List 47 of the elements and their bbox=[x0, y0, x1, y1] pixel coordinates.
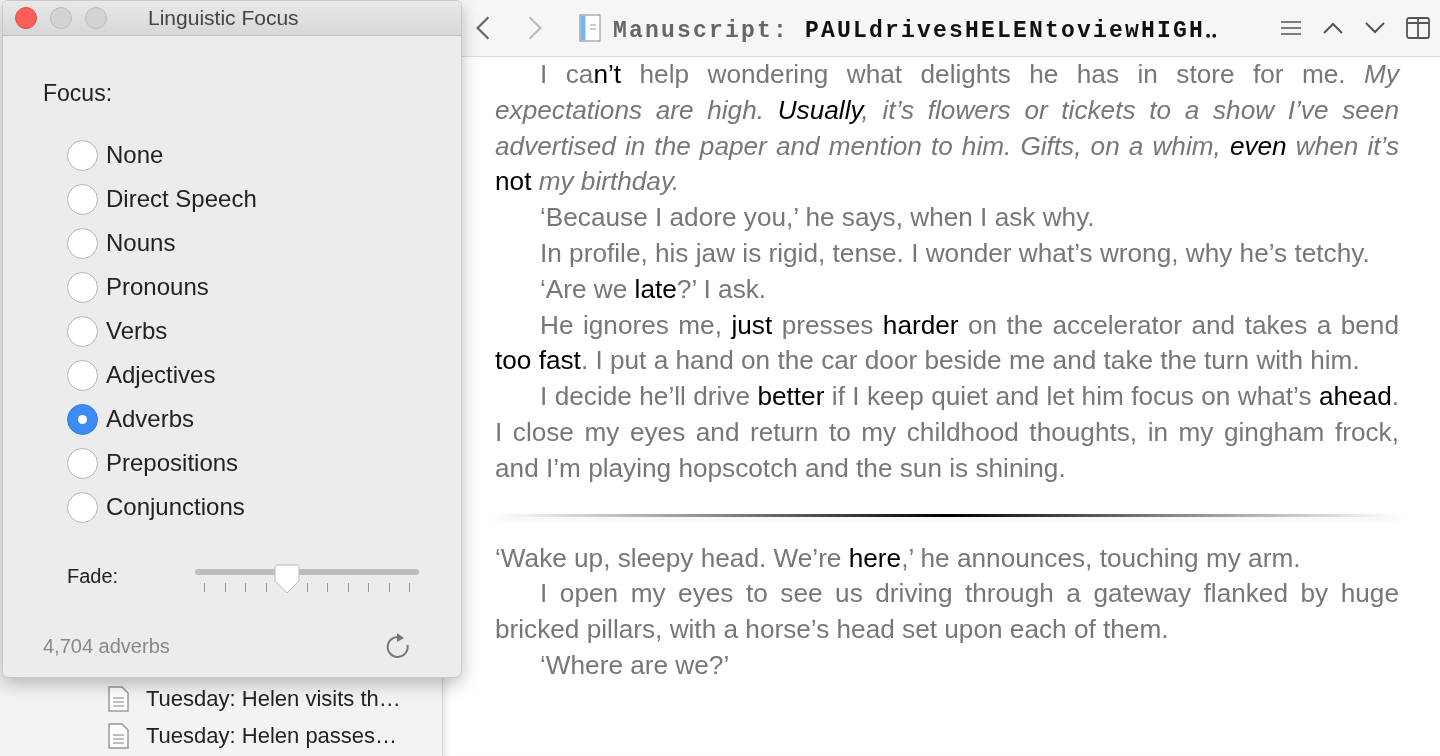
sidebar-item[interactable]: Tuesday: Helen visits th… bbox=[0, 680, 442, 717]
radio-button[interactable] bbox=[67, 491, 98, 523]
radio-button[interactable] bbox=[67, 359, 98, 391]
chevron-down-icon[interactable] bbox=[1364, 21, 1386, 35]
radio-option[interactable]: Nouns bbox=[67, 221, 461, 265]
paragraph: ‘Where are we?’ bbox=[539, 648, 731, 682]
radio-button[interactable] bbox=[67, 403, 98, 435]
focus-label: Focus: bbox=[43, 80, 114, 107]
radio-option[interactable]: Pronouns bbox=[67, 265, 461, 309]
radio-button[interactable] bbox=[67, 227, 98, 259]
radio-option[interactable]: Adverbs bbox=[67, 397, 461, 441]
paragraph: I open my eyes to see us driving through a gateway flanked by huge bricked pillars, with a horse’s head set upon each of them. bbox=[495, 577, 1399, 647]
sidebar-item[interactable]: Tuesday: Helen passes… bbox=[0, 717, 442, 754]
document-title: Manuscript: PAULdrivesHELENtoviewHIGH‥ bbox=[613, 17, 1220, 44]
paragraph: He ignores me, just presses harder on the accelerator and takes a bend too fast. I put a hand on the car door beside me and take the turn with him. bbox=[495, 308, 1399, 378]
radio-button[interactable] bbox=[67, 271, 98, 303]
radio-option[interactable]: Direct Speech bbox=[67, 177, 461, 221]
slider-thumb[interactable] bbox=[273, 564, 300, 594]
radio-button[interactable] bbox=[67, 183, 98, 215]
radio-option[interactable]: None bbox=[67, 133, 461, 177]
radio-option[interactable]: Adjectives bbox=[67, 353, 461, 397]
refresh-icon[interactable] bbox=[385, 632, 411, 660]
radio-button[interactable] bbox=[67, 447, 98, 479]
paragraph: ‘Wake up, sleepy head. We’re here,’ he announces, touching my arm. bbox=[495, 541, 1302, 575]
paragraph: I decide he’ll drive better if I keep quiet and let him focus on what’s ahead. I close my eyes and return to my childhood thoughts, in my gingham frock, and I’m playing hopscotch and the sun is shining. bbox=[495, 380, 1399, 485]
document-icon bbox=[579, 14, 601, 42]
split-view-icon[interactable] bbox=[1406, 17, 1430, 39]
document-icon bbox=[108, 685, 130, 712]
paragraph: I can’t help wondering what delights he has in store for me. My expectations are high. Usually, it’s flowers or tickets to a show I’ve seen advertised in the paper and mention to him. Gifts, on a whim, even when it’s not my birthday. bbox=[495, 58, 1399, 199]
fade-label: Fade: bbox=[67, 565, 120, 588]
paragraph: ‘Are we late?’ I ask. bbox=[539, 272, 768, 306]
zoom-button[interactable] bbox=[85, 7, 107, 29]
radio-button[interactable] bbox=[67, 315, 98, 347]
radio-option[interactable]: Prepositions bbox=[67, 441, 461, 485]
radio-option[interactable]: Verbs bbox=[67, 309, 461, 353]
back-chevron-icon[interactable] bbox=[475, 15, 491, 41]
word-count: 4,704 adverbs bbox=[43, 634, 170, 658]
document-icon bbox=[108, 722, 130, 749]
window-title: Linguistic Focus bbox=[148, 6, 299, 30]
chevron-up-icon[interactable] bbox=[1322, 21, 1344, 35]
minimize-button[interactable] bbox=[50, 7, 72, 29]
radio-button[interactable] bbox=[67, 139, 98, 171]
close-button[interactable] bbox=[15, 7, 37, 29]
menu-icon[interactable] bbox=[1280, 20, 1302, 36]
radio-option[interactable]: Conjunctions bbox=[67, 485, 461, 529]
paragraph: In profile, his jaw is rigid, tense. I wonder what’s wrong, why he’s tetchy. bbox=[539, 237, 1371, 270]
paragraph: ‘Because I adore you,’ he says, when I ask why. bbox=[539, 201, 1096, 235]
